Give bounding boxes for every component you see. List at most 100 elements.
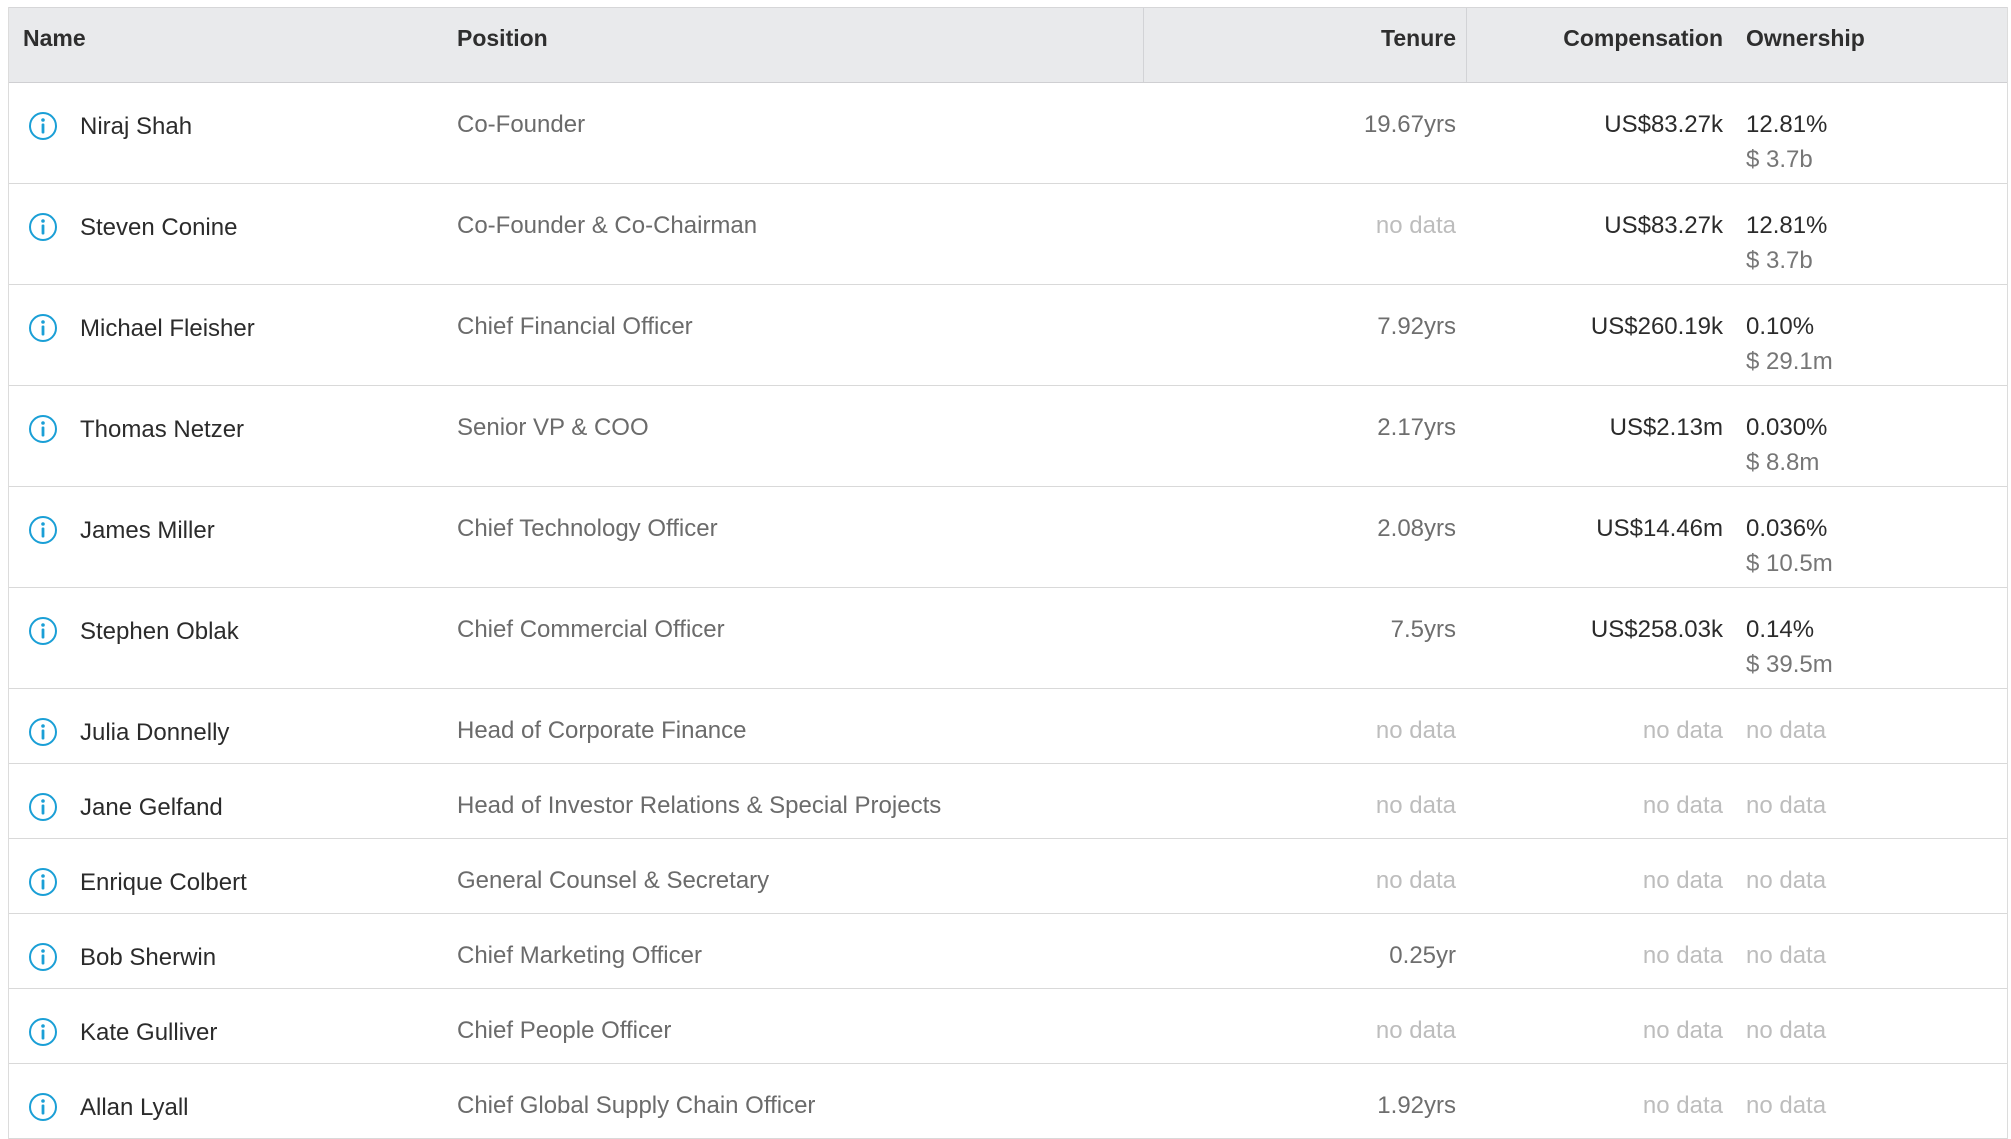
person-tenure: 0.25yr <box>1389 942 1456 969</box>
info-icon[interactable] <box>28 111 58 148</box>
ownership-percent: 12.81% <box>1746 212 1828 239</box>
person-position: Chief Global Supply Chain Officer <box>457 1092 816 1119</box>
person-tenure: 2.17yrs <box>1377 414 1456 441</box>
person-name[interactable]: Michael Fleisher <box>80 315 255 343</box>
ownership-percent: no data <box>1746 942 1827 969</box>
table-row[interactable]: Michael Fleisher Chief Financial Officer 7… <box>9 285 2007 386</box>
table-row[interactable]: Steven Conine Co-Founder & Co-Chairman no … <box>9 184 2007 285</box>
info-icon[interactable] <box>28 616 58 653</box>
person-tenure: 2.08yrs <box>1377 515 1456 542</box>
table-row[interactable]: Thomas Netzer Senior VP & COO 2.17yrs US$2.… <box>9 386 2007 487</box>
table-header: Name Position Tenure Compensation Owners… <box>9 7 2007 83</box>
table-row[interactable]: Allan Lyall Chief Global Supply Chain Off… <box>9 1064 2007 1139</box>
person-compensation: US$258.03k <box>1590 616 1723 643</box>
person-tenure: 7.5yrs <box>1390 616 1456 643</box>
person-tenure: no data <box>1375 867 1456 894</box>
person-compensation: no data <box>1642 1092 1723 1119</box>
info-icon[interactable] <box>28 313 58 350</box>
person-position: Senior VP & COO <box>457 414 649 441</box>
person-compensation: US$2.13m <box>1609 414 1723 441</box>
person-name[interactable]: Julia Donnelly <box>80 719 229 747</box>
ownership-percent: no data <box>1746 717 1827 744</box>
person-name[interactable]: Bob Sherwin <box>80 944 216 972</box>
person-position: Co-Founder & Co-Chairman <box>457 212 758 239</box>
person-position: Chief People Officer <box>457 1017 672 1044</box>
person-position: General Counsel & Secretary <box>457 867 770 894</box>
person-compensation: no data <box>1642 942 1723 969</box>
person-position: Chief Marketing Officer <box>457 942 702 969</box>
info-icon[interactable] <box>28 515 58 552</box>
table-row[interactable]: James Miller Chief Technology Officer 2.08… <box>9 487 2007 588</box>
person-compensation: US$260.19k <box>1590 313 1723 340</box>
table-row[interactable]: Bob Sherwin Chief Marketing Officer 0.25yr… <box>9 914 2007 989</box>
column-header-position[interactable]: Position <box>457 8 548 82</box>
person-compensation: no data <box>1642 867 1723 894</box>
info-icon[interactable] <box>28 414 58 451</box>
ownership-value: $ 3.7b <box>1746 146 1813 173</box>
ownership-percent: no data <box>1746 1017 1827 1044</box>
column-header-tenure[interactable]: Tenure <box>1381 8 1456 82</box>
person-position: Head of Corporate Finance <box>457 717 747 744</box>
table-row[interactable]: Julia Donnelly Head of Corporate Finance n… <box>9 689 2007 764</box>
person-name[interactable]: Thomas Netzer <box>80 416 244 444</box>
table-row[interactable]: Enrique Colbert General Counsel & Secreta… <box>9 839 2007 914</box>
person-name[interactable]: Kate Gulliver <box>80 1019 217 1047</box>
column-header-ownership[interactable]: Ownership <box>1746 8 1865 82</box>
table-body: Niraj Shah Co-Founder 19.67yrs US$83.27k 12.… <box>9 83 2007 1139</box>
management-table: Name Position Tenure Compensation Owners… <box>8 7 2008 1139</box>
person-position: Chief Technology Officer <box>457 515 718 542</box>
person-tenure: no data <box>1375 1017 1456 1044</box>
table-row[interactable]: Niraj Shah Co-Founder 19.67yrs US$83.27k 12.… <box>9 83 2007 184</box>
ownership-percent: 0.10% <box>1746 313 1815 340</box>
person-compensation: US$14.46m <box>1596 515 1723 542</box>
person-name[interactable]: Niraj Shah <box>80 113 192 141</box>
info-icon[interactable] <box>28 212 58 249</box>
column-header-name[interactable]: Name <box>23 8 86 82</box>
table-row[interactable]: Stephen Oblak Chief Commercial Officer 7.5… <box>9 588 2007 689</box>
ownership-value: $ 10.5m <box>1746 550 1833 577</box>
person-compensation: no data <box>1642 717 1723 744</box>
info-icon[interactable] <box>28 792 58 829</box>
person-tenure: 1.92yrs <box>1377 1092 1456 1119</box>
info-icon[interactable] <box>28 1092 58 1129</box>
person-name[interactable]: Steven Conine <box>80 214 237 242</box>
ownership-value: $ 29.1m <box>1746 348 1833 375</box>
person-compensation: no data <box>1642 1017 1723 1044</box>
ownership-value: $ 39.5m <box>1746 651 1833 678</box>
person-name[interactable]: Allan Lyall <box>80 1094 189 1122</box>
info-icon[interactable] <box>28 942 58 979</box>
ownership-percent: no data <box>1746 867 1827 894</box>
ownership-percent: no data <box>1746 1092 1827 1119</box>
person-name[interactable]: James Miller <box>80 517 215 545</box>
person-position: Chief Financial Officer <box>457 313 693 340</box>
ownership-percent: no data <box>1746 792 1827 819</box>
person-tenure: no data <box>1375 792 1456 819</box>
column-divider <box>1466 8 1467 82</box>
person-compensation: US$83.27k <box>1604 111 1723 138</box>
person-tenure: no data <box>1375 212 1456 239</box>
info-icon[interactable] <box>28 717 58 754</box>
person-position: Chief Commercial Officer <box>457 616 725 643</box>
person-position: Head of Investor Relations & Special Pro… <box>457 792 942 819</box>
ownership-percent: 12.81% <box>1746 111 1828 138</box>
ownership-percent: 0.14% <box>1746 616 1815 643</box>
person-name[interactable]: Enrique Colbert <box>80 869 247 897</box>
person-compensation: no data <box>1642 792 1723 819</box>
ownership-percent: 0.036% <box>1746 515 1828 542</box>
ownership-percent: 0.030% <box>1746 414 1828 441</box>
info-icon[interactable] <box>28 1017 58 1054</box>
person-name[interactable]: Stephen Oblak <box>80 618 239 646</box>
person-tenure: no data <box>1375 717 1456 744</box>
person-name[interactable]: Jane Gelfand <box>80 794 223 822</box>
table-row[interactable]: Kate Gulliver Chief People Officer no data… <box>9 989 2007 1064</box>
info-icon[interactable] <box>28 867 58 904</box>
column-header-compensation[interactable]: Compensation <box>1563 8 1723 82</box>
ownership-value: $ 8.8m <box>1746 449 1820 476</box>
person-compensation: US$83.27k <box>1604 212 1723 239</box>
person-position: Co-Founder <box>457 111 586 138</box>
table-row[interactable]: Jane Gelfand Head of Investor Relations &… <box>9 764 2007 839</box>
ownership-value: $ 3.7b <box>1746 247 1813 274</box>
person-tenure: 19.67yrs <box>1363 111 1456 138</box>
person-tenure: 7.92yrs <box>1377 313 1456 340</box>
column-divider <box>1143 8 1144 82</box>
